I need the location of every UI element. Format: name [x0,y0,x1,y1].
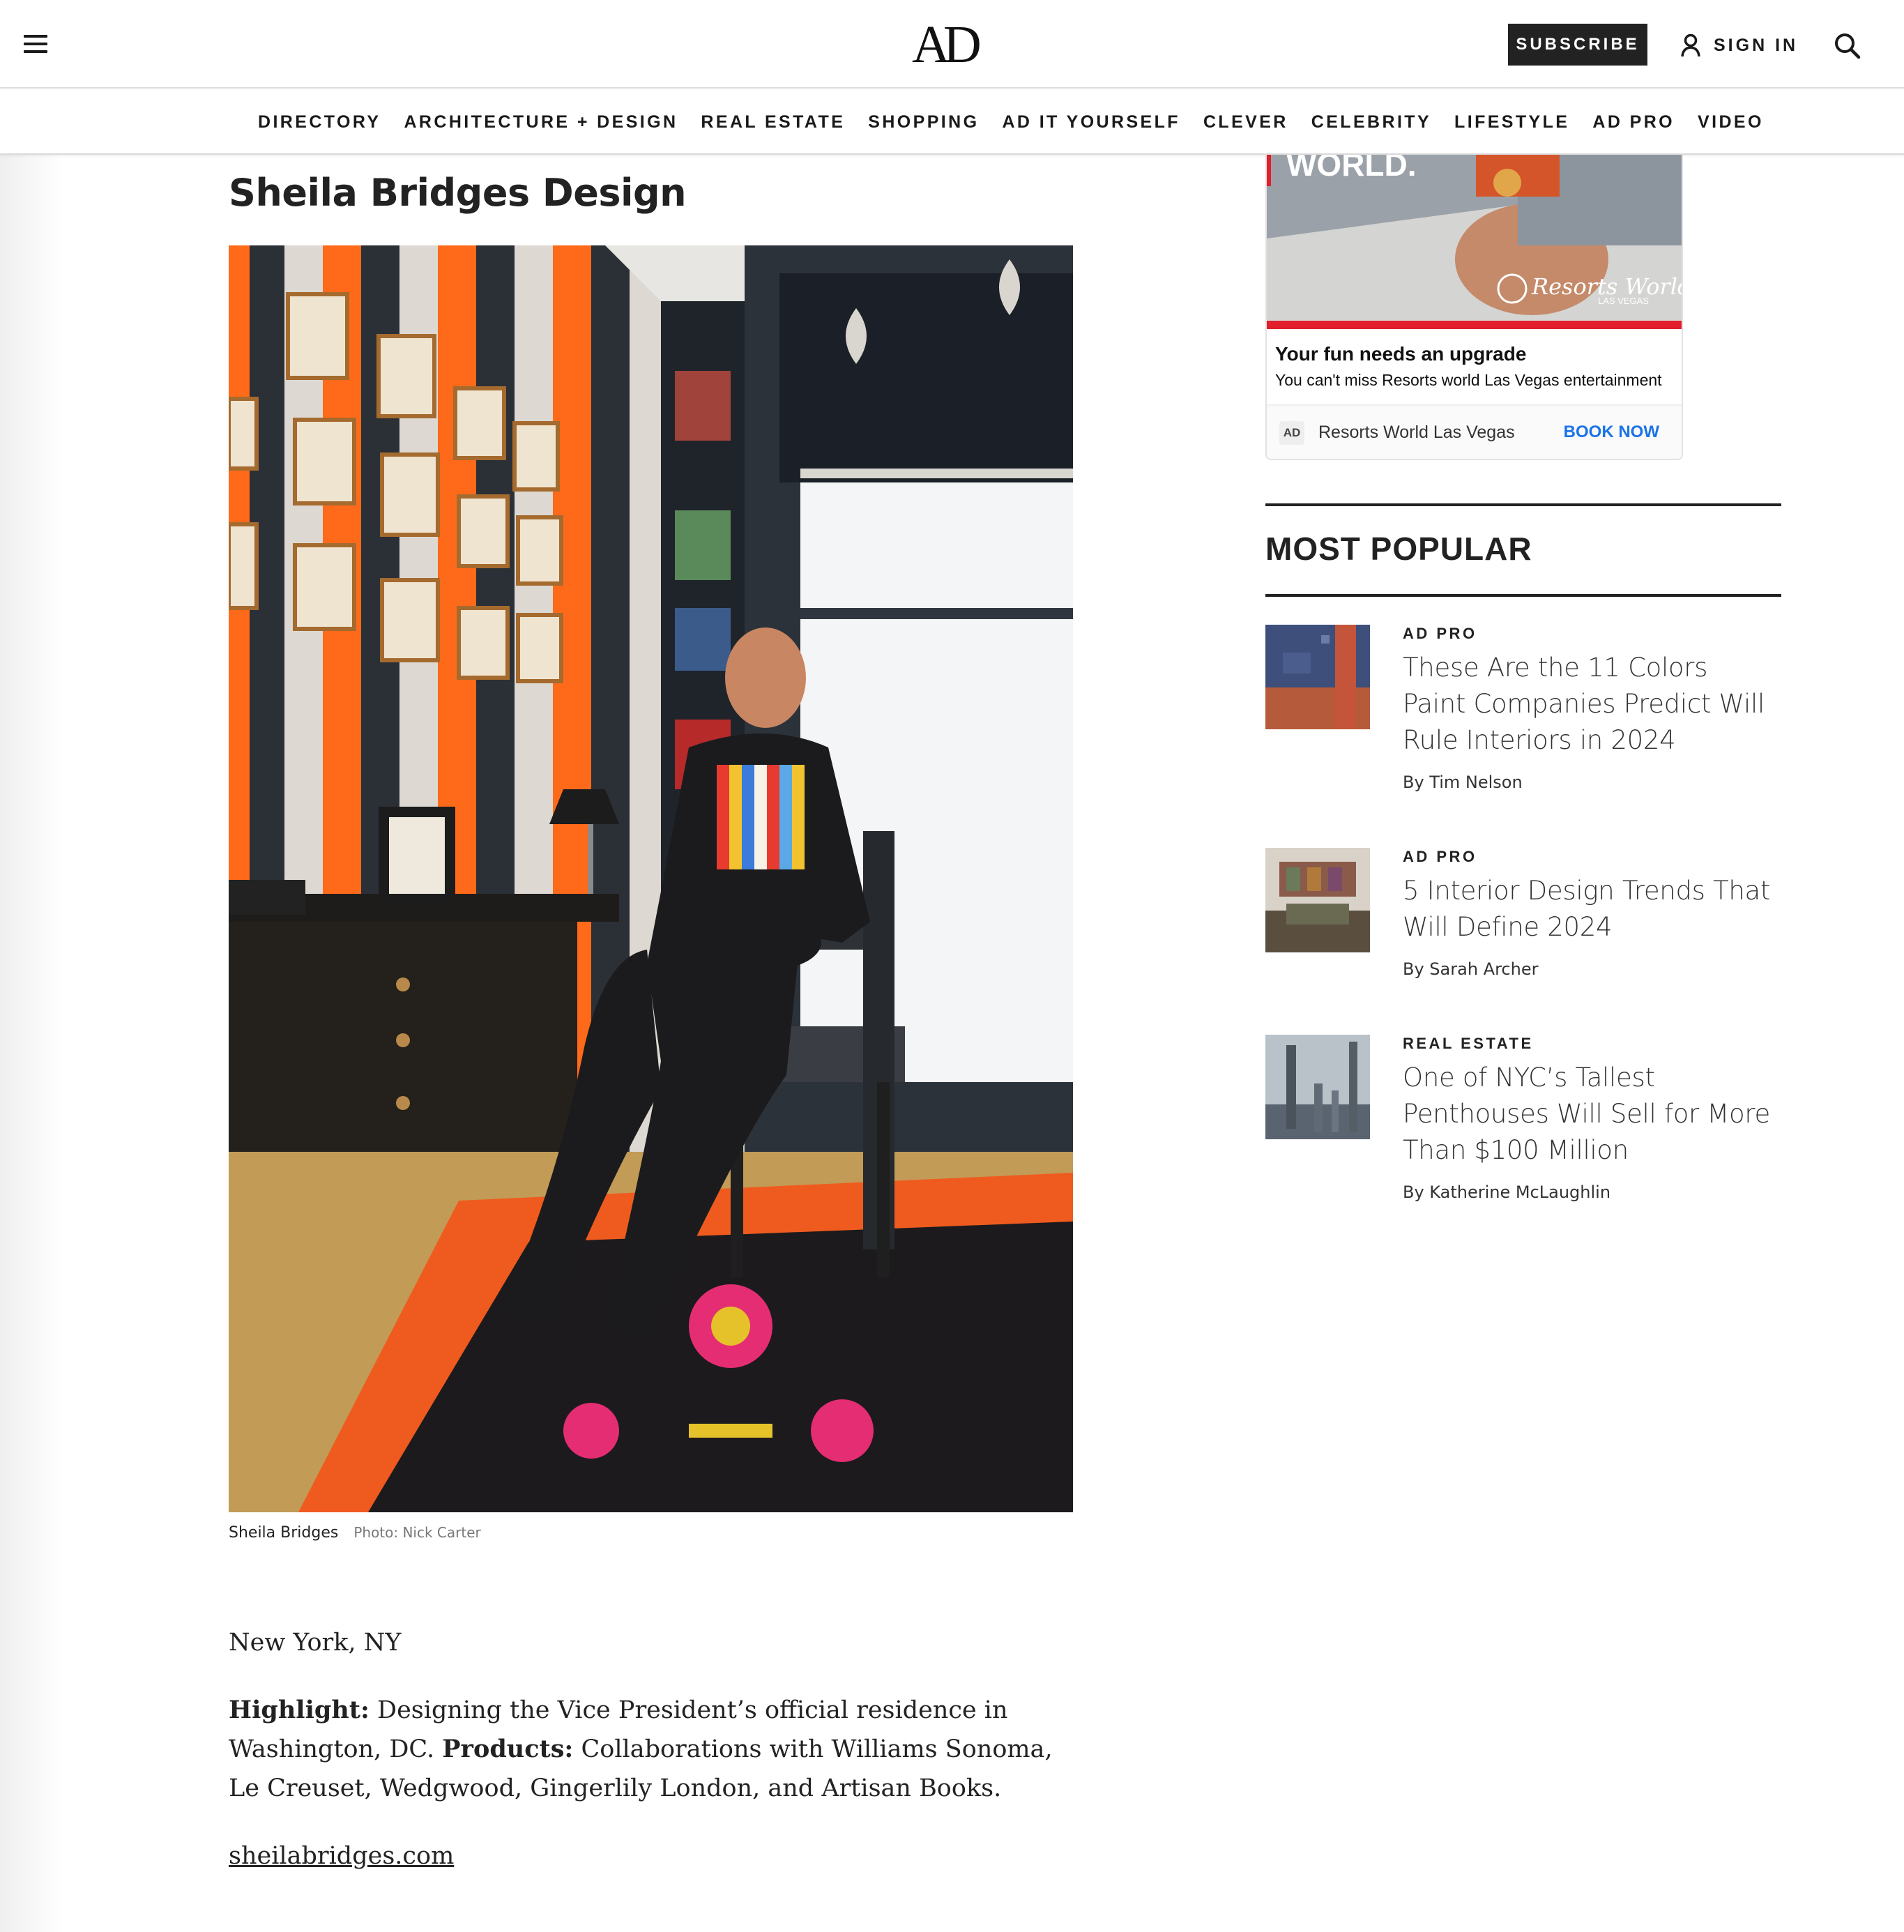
popular-item-category[interactable]: AD PRO [1403,625,1477,643]
popular-item-category[interactable]: REAL ESTATE [1403,1035,1534,1053]
nav-item-real-estate[interactable]: REAL ESTATE [701,112,845,132]
ad-headline[interactable]: Your fun needs an upgrade [1275,343,1526,365]
most-popular-bottom-rule [1265,594,1781,597]
most-popular-title: MOST POPULAR [1265,531,1532,567]
nav-item-shopping[interactable]: SHOPPING [868,112,979,132]
popular-item-byline: By Tim Nelson [1403,773,1523,792]
nav-item-ad-it-yourself[interactable]: AD IT YOURSELF [1002,112,1180,132]
photo-credit: Photo: Nick Carter [353,1524,481,1541]
article-location: New York, NY [229,1629,402,1657]
website-paragraph: sheilabridges.com [229,1836,1079,1876]
popular-item-byline: By Katherine McLaughlin [1403,1182,1611,1202]
search-icon[interactable] [1832,31,1863,61]
popular-item-category[interactable]: AD PRO [1403,848,1477,866]
ad-footer: AD Resorts World Las Vegas BOOK NOW [1267,404,1682,459]
popular-item-byline: By Sarah Archer [1403,959,1539,979]
popular-item-headline[interactable]: These Are the 11 Colors Paint Companies … [1403,650,1772,759]
nav-item-directory[interactable]: DIRECTORY [258,112,381,132]
user-icon [1681,33,1700,57]
site-logo[interactable]: AD [912,17,982,73]
photo-caption: Sheila Bridges Photo: Nick Carter [229,1524,481,1542]
popular-item-thumbnail[interactable] [1265,1035,1370,1139]
highlight-label: Highlight: [229,1696,370,1724]
article-highlights: Highlight: Designing the Vice President’… [229,1691,1079,1808]
ad-subline[interactable]: You can't miss Resorts world Las Vegas e… [1275,371,1662,390]
ad-accent-bar [1267,321,1682,329]
most-popular-top-rule [1265,503,1781,506]
ad-image-text: WORLD. [1286,155,1417,183]
menu-icon[interactable] [24,35,47,53]
products-label: Products: [442,1735,574,1763]
site-header: AD SUBSCRIBE SIGN IN [0,0,1904,89]
nav-item-video[interactable]: VIDEO [1698,112,1764,132]
sign-in-link[interactable]: SIGN IN [1680,28,1798,63]
ad-advertiser[interactable]: Resorts World Las Vegas [1318,423,1515,443]
sign-in-label: SIGN IN [1714,35,1799,55]
popular-item-headline[interactable]: 5 Interior Design Trends That Will Defin… [1403,873,1772,945]
nav-item-lifestyle[interactable]: LIFESTYLE [1454,112,1569,132]
sidebar-ad[interactable]: WORLD. Resorts World LAS VEGAS Your fun … [1265,155,1683,460]
nav-item-celebrity[interactable]: CELEBRITY [1311,112,1431,132]
popular-item-thumbnail[interactable] [1265,625,1370,729]
ad-brand-logo-sub: LAS VEGAS [1598,296,1649,306]
ad-book-now-button[interactable]: BOOK NOW [1564,423,1659,442]
ad-badge: AD [1279,421,1304,445]
nav-item-clever[interactable]: CLEVER [1203,112,1288,132]
website-link[interactable]: sheilabridges.com [229,1842,454,1870]
nav-item-ad-pro[interactable]: AD PRO [1592,112,1675,132]
popular-item-headline[interactable]: One of NYC’s Tallest Penthouses Will Sel… [1403,1060,1772,1169]
caption-text: Sheila Bridges [229,1524,339,1542]
popular-item-thumbnail[interactable] [1265,848,1370,952]
nav-item-architecture-design[interactable]: ARCHITECTURE + DESIGN [404,112,678,132]
ad-image[interactable]: WORLD. Resorts World LAS VEGAS [1267,155,1682,322]
subscribe-button[interactable]: SUBSCRIBE [1508,24,1647,66]
main-nav: DIRECTORY ARCHITECTURE + DESIGN REAL EST… [0,90,1904,155]
article-photo[interactable] [229,245,1073,1512]
article-title: Sheila Bridges Design [229,171,687,215]
page-edge-shadow [0,155,63,1932]
